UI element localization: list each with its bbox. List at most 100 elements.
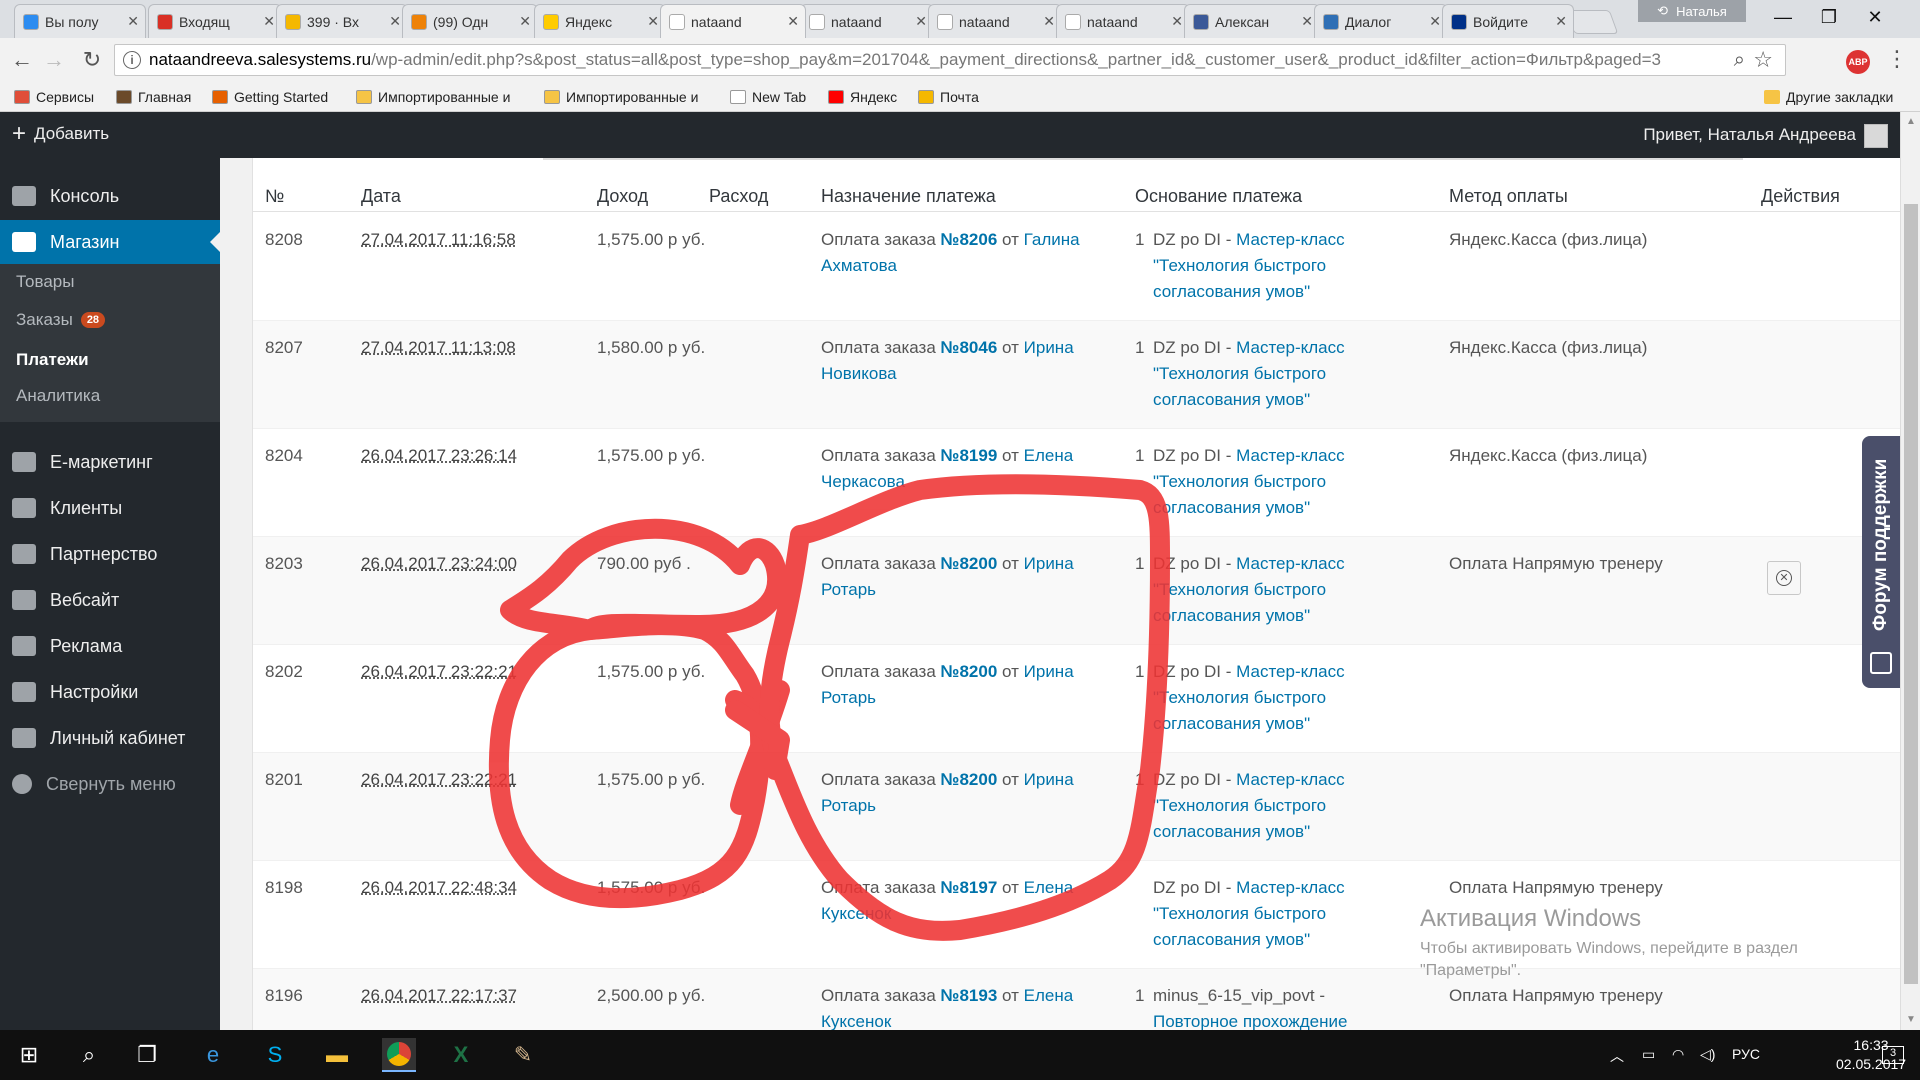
payment-date[interactable]: 26.04.2017 22:17:37 bbox=[361, 983, 517, 1009]
file-explorer-icon[interactable]: ▬ bbox=[320, 1038, 354, 1072]
maximize-button[interactable]: ❐ bbox=[1806, 4, 1852, 30]
submenu-item[interactable]: Заказы 28 bbox=[16, 310, 106, 330]
close-tab-icon[interactable]: ✕ bbox=[1429, 13, 1441, 30]
page-scrollbar[interactable]: ▲ ▼ bbox=[1900, 112, 1920, 1030]
close-tab-icon[interactable]: ✕ bbox=[1555, 13, 1567, 30]
zoom-icon[interactable]: ⌕ bbox=[1734, 49, 1745, 72]
support-forum-tab[interactable]: Форум поддержки bbox=[1862, 436, 1900, 688]
submenu-item[interactable]: Платежи bbox=[16, 350, 89, 370]
payment-date[interactable]: 27.04.2017 11:16:58 bbox=[361, 227, 516, 253]
volume-icon[interactable]: ◁) bbox=[1700, 1046, 1715, 1063]
bookmark-item[interactable]: Импортированные и bbox=[356, 86, 510, 108]
sidebar-item[interactable]: Настройки bbox=[0, 670, 220, 714]
browser-tab[interactable]: nataand ✕ bbox=[928, 4, 1062, 38]
browser-tab[interactable]: 399 · Вх ✕ bbox=[276, 4, 408, 38]
column-header[interactable]: Расход bbox=[709, 186, 768, 207]
avatar[interactable] bbox=[1864, 124, 1888, 148]
delete-payment-button[interactable]: ✕ bbox=[1767, 561, 1801, 595]
back-button[interactable]: ← bbox=[8, 46, 36, 74]
order-link[interactable]: №8197 bbox=[941, 878, 998, 897]
browser-tab[interactable]: Яндекс ✕ bbox=[534, 4, 666, 38]
sidebar-item[interactable]: Свернуть меню bbox=[0, 762, 220, 806]
browser-tab[interactable]: Диалог ✕ bbox=[1314, 4, 1448, 38]
order-link[interactable]: №8206 bbox=[941, 230, 998, 249]
scroll-up-icon[interactable]: ▲ bbox=[1906, 116, 1916, 127]
close-tab-icon[interactable]: ✕ bbox=[127, 13, 139, 30]
column-header[interactable]: Доход bbox=[597, 186, 648, 207]
wifi-icon[interactable]: ◠ bbox=[1672, 1046, 1684, 1063]
close-tab-icon[interactable]: ✕ bbox=[915, 13, 927, 30]
close-tab-icon[interactable]: ✕ bbox=[263, 13, 275, 30]
bookmark-item[interactable]: Getting Started bbox=[212, 86, 328, 108]
order-link[interactable]: №8200 bbox=[941, 662, 998, 681]
order-link[interactable]: №8193 bbox=[941, 986, 998, 1005]
adblock-plus-icon[interactable]: ABP bbox=[1846, 50, 1870, 74]
order-link[interactable]: №8200 bbox=[941, 770, 998, 789]
other-bookmarks[interactable]: Другие закладки bbox=[1764, 86, 1893, 108]
payment-date[interactable]: 27.04.2017 11:13:08 bbox=[361, 335, 516, 361]
product-link[interactable]: Повторное прохождение bbox=[1153, 1012, 1347, 1030]
bookmark-item[interactable]: Яндекс bbox=[828, 86, 897, 108]
add-new-button[interactable]: + Добавить bbox=[12, 122, 109, 146]
column-header[interactable]: Назначение платежа bbox=[821, 186, 996, 207]
bookmark-item[interactable]: Импортированные и bbox=[544, 86, 698, 108]
task-view-icon[interactable]: ❐ bbox=[130, 1038, 164, 1072]
excel-icon[interactable]: X bbox=[444, 1038, 478, 1072]
browser-tab[interactable]: (99) Одн ✕ bbox=[402, 4, 538, 38]
order-link[interactable]: №8200 bbox=[941, 554, 998, 573]
browser-menu-icon[interactable]: ⋮ bbox=[1886, 46, 1908, 72]
skype-icon[interactable]: S bbox=[258, 1038, 292, 1072]
submenu-item[interactable]: Аналитика bbox=[16, 386, 100, 406]
windows-start-icon[interactable]: ⊞ bbox=[12, 1038, 46, 1072]
submenu-item[interactable]: Товары bbox=[16, 272, 74, 292]
column-header[interactable]: Метод оплаты bbox=[1449, 186, 1568, 207]
column-header[interactable]: Дата bbox=[361, 186, 401, 207]
close-tab-icon[interactable]: ✕ bbox=[647, 13, 659, 30]
browser-tab[interactable]: Входящ ✕ bbox=[148, 4, 282, 38]
bookmark-item[interactable]: New Tab bbox=[730, 86, 806, 108]
chrome-icon[interactable] bbox=[382, 1038, 416, 1072]
sidebar-item[interactable]: Реклама bbox=[0, 624, 220, 668]
browser-tab[interactable]: Алексан ✕ bbox=[1184, 4, 1320, 38]
sidebar-item[interactable]: Е-маркетинг bbox=[0, 440, 220, 484]
profile-button[interactable]: ⟲ Наталья bbox=[1638, 0, 1746, 22]
browser-tab[interactable]: Войдите ✕ bbox=[1442, 4, 1574, 38]
bookmark-item[interactable]: Почта bbox=[918, 86, 979, 108]
scroll-down-icon[interactable]: ▼ bbox=[1906, 1014, 1916, 1025]
forward-button[interactable]: → bbox=[40, 46, 68, 74]
bookmark-item[interactable]: Главная bbox=[116, 86, 191, 108]
order-link[interactable]: №8199 bbox=[941, 446, 998, 465]
close-window-button[interactable]: ✕ bbox=[1852, 4, 1898, 30]
order-link[interactable]: №8046 bbox=[941, 338, 998, 357]
close-tab-icon[interactable]: ✕ bbox=[1301, 13, 1313, 30]
bookmark-star-icon[interactable]: ☆ bbox=[1753, 47, 1773, 73]
notifications-icon[interactable]: 3 bbox=[1882, 1046, 1904, 1064]
close-tab-icon[interactable]: ✕ bbox=[389, 13, 401, 30]
reload-button[interactable]: ↻ bbox=[78, 46, 106, 74]
column-header[interactable]: Основание платежа bbox=[1135, 186, 1302, 207]
payment-date[interactable]: 26.04.2017 23:24:00 bbox=[361, 551, 517, 577]
payment-date[interactable]: 26.04.2017 23:26:14 bbox=[361, 443, 517, 469]
battery-icon[interactable]: ▭ bbox=[1642, 1046, 1655, 1063]
paint-icon[interactable]: ✎ bbox=[506, 1038, 540, 1072]
close-tab-icon[interactable]: ✕ bbox=[787, 13, 799, 30]
sidebar-item[interactable]: Вебсайт bbox=[0, 578, 220, 622]
payment-date[interactable]: 26.04.2017 22:48:34 bbox=[361, 875, 517, 901]
sidebar-item[interactable]: Личный кабинет bbox=[0, 716, 220, 760]
payment-date[interactable]: 26.04.2017 23:22:21 bbox=[361, 767, 517, 793]
sidebar-item[interactable]: Магазин bbox=[0, 220, 220, 264]
browser-tab[interactable]: Вы полу ✕ bbox=[14, 4, 146, 38]
close-tab-icon[interactable]: ✕ bbox=[1171, 13, 1183, 30]
keyboard-language[interactable]: РУС bbox=[1732, 1046, 1760, 1062]
sidebar-item[interactable]: Партнерство bbox=[0, 532, 220, 576]
sidebar-item[interactable]: Консоль bbox=[0, 174, 220, 218]
scroll-thumb[interactable] bbox=[1904, 204, 1918, 984]
bookmark-item[interactable]: Сервисы bbox=[14, 86, 94, 108]
close-tab-icon[interactable]: ✕ bbox=[519, 13, 531, 30]
tray-chevron-icon[interactable]: ︿ bbox=[1610, 1046, 1624, 1066]
search-icon[interactable]: ⌕ bbox=[72, 1038, 106, 1072]
close-tab-icon[interactable]: ✕ bbox=[1043, 13, 1055, 30]
payment-date[interactable]: 26.04.2017 23:22:21 bbox=[361, 659, 517, 685]
browser-tab[interactable]: nataand ✕ bbox=[1056, 4, 1190, 38]
browser-tab[interactable]: nataand ✕ bbox=[660, 4, 806, 38]
